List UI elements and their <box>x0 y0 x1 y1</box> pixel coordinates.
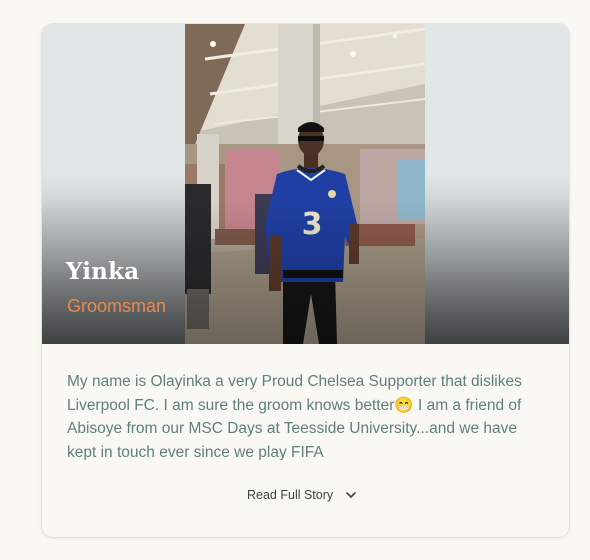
profile-card: 3 Yinka Groomsman My name is Olayinka a … <box>41 23 570 538</box>
profile-role: Groomsman <box>67 296 167 316</box>
profile-hero: 3 Yinka Groomsman <box>42 24 569 344</box>
profile-photo: 3 <box>185 24 425 344</box>
read-full-story-button[interactable]: Read Full Story <box>247 488 357 502</box>
profile-story: My name is Olayinka a very Proud Chelsea… <box>67 373 522 460</box>
chevron-down-icon <box>346 492 356 498</box>
svg-text:3: 3 <box>302 207 323 242</box>
profile-photo-image: 3 <box>185 24 425 344</box>
read-full-story-label: Read Full Story <box>247 488 334 502</box>
profile-name: Yinka <box>66 258 140 285</box>
